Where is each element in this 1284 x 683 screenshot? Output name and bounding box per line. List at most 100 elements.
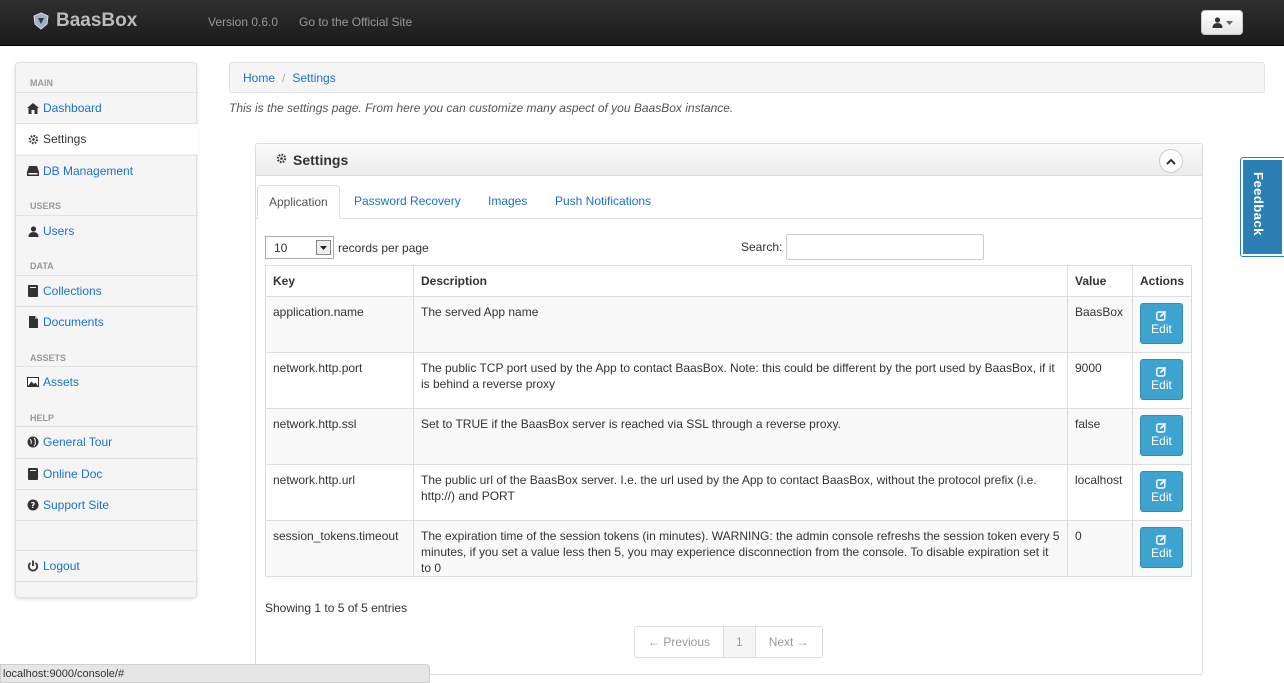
- sidebar-item-general-tour[interactable]: General Tour: [16, 426, 198, 457]
- column-header-key[interactable]: Key: [265, 265, 414, 297]
- cell-description: The expiration time of the session token…: [412, 520, 1068, 577]
- cell-value: 9000: [1066, 352, 1133, 409]
- table-row: network.http.url The public url of the B…: [265, 464, 1193, 521]
- collapse-button[interactable]: [1159, 149, 1183, 173]
- sidebar-item-documents[interactable]: Documents: [16, 306, 198, 337]
- cell-actions: Edit: [1131, 408, 1193, 465]
- edit-icon: [1156, 366, 1167, 377]
- edit-icon: [1156, 310, 1167, 321]
- edit-button-label: Edit: [1151, 490, 1172, 504]
- table-row: session_tokens.timeout The expiration ti…: [265, 520, 1193, 577]
- tab-push-notifications[interactable]: Push Notifications: [555, 185, 651, 219]
- sidebar-item-settings[interactable]: Settings: [16, 123, 198, 154]
- records-per-page: 10 records per page: [265, 236, 429, 259]
- official-site-link[interactable]: Go to the Official Site: [299, 15, 412, 29]
- tab-application[interactable]: Application: [257, 185, 340, 219]
- user-menu-button[interactable]: [1201, 10, 1243, 35]
- edit-button[interactable]: Edit: [1139, 415, 1183, 456]
- baasbox-logo-icon: [33, 12, 49, 30]
- sidebar-item-users[interactable]: Users: [16, 215, 198, 246]
- home-icon: [27, 102, 39, 114]
- edit-button-label: Edit: [1151, 322, 1172, 336]
- cell-value: 0: [1066, 520, 1133, 577]
- search-input[interactable]: [786, 234, 985, 260]
- sidebar-item-db-management[interactable]: DB Management: [16, 155, 198, 186]
- edit-button[interactable]: Edit: [1139, 527, 1183, 568]
- cell-actions: Edit: [1131, 464, 1193, 521]
- pagination: ← Previous 1 Next →: [634, 626, 823, 658]
- column-header-value[interactable]: Value: [1066, 265, 1133, 297]
- chevron-down-icon: [316, 240, 331, 255]
- file-icon: [27, 316, 39, 328]
- column-header-description[interactable]: Description: [412, 265, 1068, 297]
- panel-header: Settings: [256, 144, 1202, 176]
- cell-description: Set to TRUE if the BaasBox server is rea…: [412, 408, 1068, 465]
- sidebar-section-data: DATA: [30, 261, 54, 271]
- panel-title-text: Settings: [293, 152, 349, 168]
- cell-description: The served App name: [412, 296, 1068, 353]
- caret-down-icon: [1225, 20, 1233, 25]
- edit-button[interactable]: Edit: [1139, 359, 1183, 400]
- feedback-tab[interactable]: Feedback: [1241, 158, 1284, 256]
- tab-password-recovery[interactable]: Password Recovery: [354, 185, 461, 219]
- edit-button-label: Edit: [1151, 546, 1172, 560]
- sidebar-item-dashboard[interactable]: Dashboard: [16, 92, 198, 123]
- sidebar-item-assets[interactable]: Assets: [16, 366, 198, 397]
- chevron-up-icon: [1166, 158, 1176, 165]
- cog-icon: [276, 153, 287, 167]
- brand[interactable]: BaasBox: [32, 10, 137, 32]
- off-icon: [27, 560, 39, 572]
- breadcrumb: Home / Settings: [229, 62, 1265, 93]
- sidebar: MAIN Dashboard Settings DB Management US…: [15, 62, 198, 598]
- svg-text:?: ?: [31, 501, 36, 510]
- user-icon: [1212, 17, 1222, 28]
- sidebar-item-online-doc[interactable]: Online Doc: [16, 458, 198, 489]
- page-intro: This is the settings page. From here you…: [229, 101, 734, 115]
- sidebar-item-label: Assets: [43, 375, 80, 389]
- tab-images[interactable]: Images: [488, 185, 527, 219]
- edit-icon: [1156, 534, 1167, 545]
- column-header-actions: Actions: [1131, 265, 1193, 297]
- sidebar-section-help: HELP: [30, 413, 55, 423]
- user-icon: [27, 225, 39, 237]
- records-per-page-label: records per page: [338, 240, 429, 255]
- breadcrumb-home-link[interactable]: Home: [243, 71, 275, 85]
- breadcrumb-settings-link[interactable]: Settings: [292, 71, 335, 85]
- panel-title: Settings: [276, 152, 348, 168]
- edit-button[interactable]: Edit: [1139, 303, 1183, 344]
- cell-actions: Edit: [1131, 352, 1193, 409]
- book-icon: [27, 468, 39, 480]
- sidebar-section-main: MAIN: [30, 78, 53, 88]
- page-1-button[interactable]: 1: [724, 627, 756, 657]
- version-label: Version 0.6.0: [208, 15, 279, 29]
- table-row: network.http.port The public TCP port us…: [265, 352, 1193, 409]
- table-row: application.name The served App name Baa…: [265, 296, 1193, 353]
- edit-icon: [1156, 478, 1167, 489]
- sidebar-item-logout[interactable]: Logout: [16, 550, 198, 581]
- hdd-icon: [27, 165, 39, 177]
- cell-key: network.http.port: [265, 352, 414, 409]
- cell-value: BaasBox: [1066, 296, 1133, 353]
- cell-description: The public TCP port used by the App to c…: [412, 352, 1068, 409]
- cell-value: false: [1066, 408, 1133, 465]
- sidebar-footer: [16, 581, 198, 598]
- sidebar-item-label: DB Management: [43, 164, 134, 178]
- sidebar-item-label: Documents: [43, 315, 104, 329]
- cell-description: The public url of the BaasBox server. I.…: [412, 464, 1068, 521]
- search-label: Search:: [741, 240, 783, 254]
- sidebar-item-label: Collections: [43, 284, 102, 298]
- settings-table: Key Description Value Actions applicatio…: [265, 265, 1193, 577]
- brand-name: BaasBox: [56, 10, 138, 31]
- edit-button-label: Edit: [1151, 378, 1172, 392]
- sidebar-item-collections[interactable]: Collections: [16, 275, 198, 306]
- sidebar-item-support-site[interactable]: ? Support Site: [16, 489, 198, 520]
- edit-button[interactable]: Edit: [1139, 471, 1183, 512]
- cell-value: localhost: [1066, 464, 1133, 521]
- top-navbar: BaasBox Version 0.6.0 Go to the Official…: [0, 0, 1284, 46]
- next-page-button[interactable]: Next →: [756, 627, 822, 657]
- previous-page-button[interactable]: ← Previous: [635, 627, 725, 657]
- sidebar-item-label: Logout: [43, 559, 80, 573]
- edit-icon: [1156, 422, 1167, 433]
- cell-key: network.http.url: [265, 464, 414, 521]
- records-per-page-select[interactable]: 10: [265, 236, 334, 259]
